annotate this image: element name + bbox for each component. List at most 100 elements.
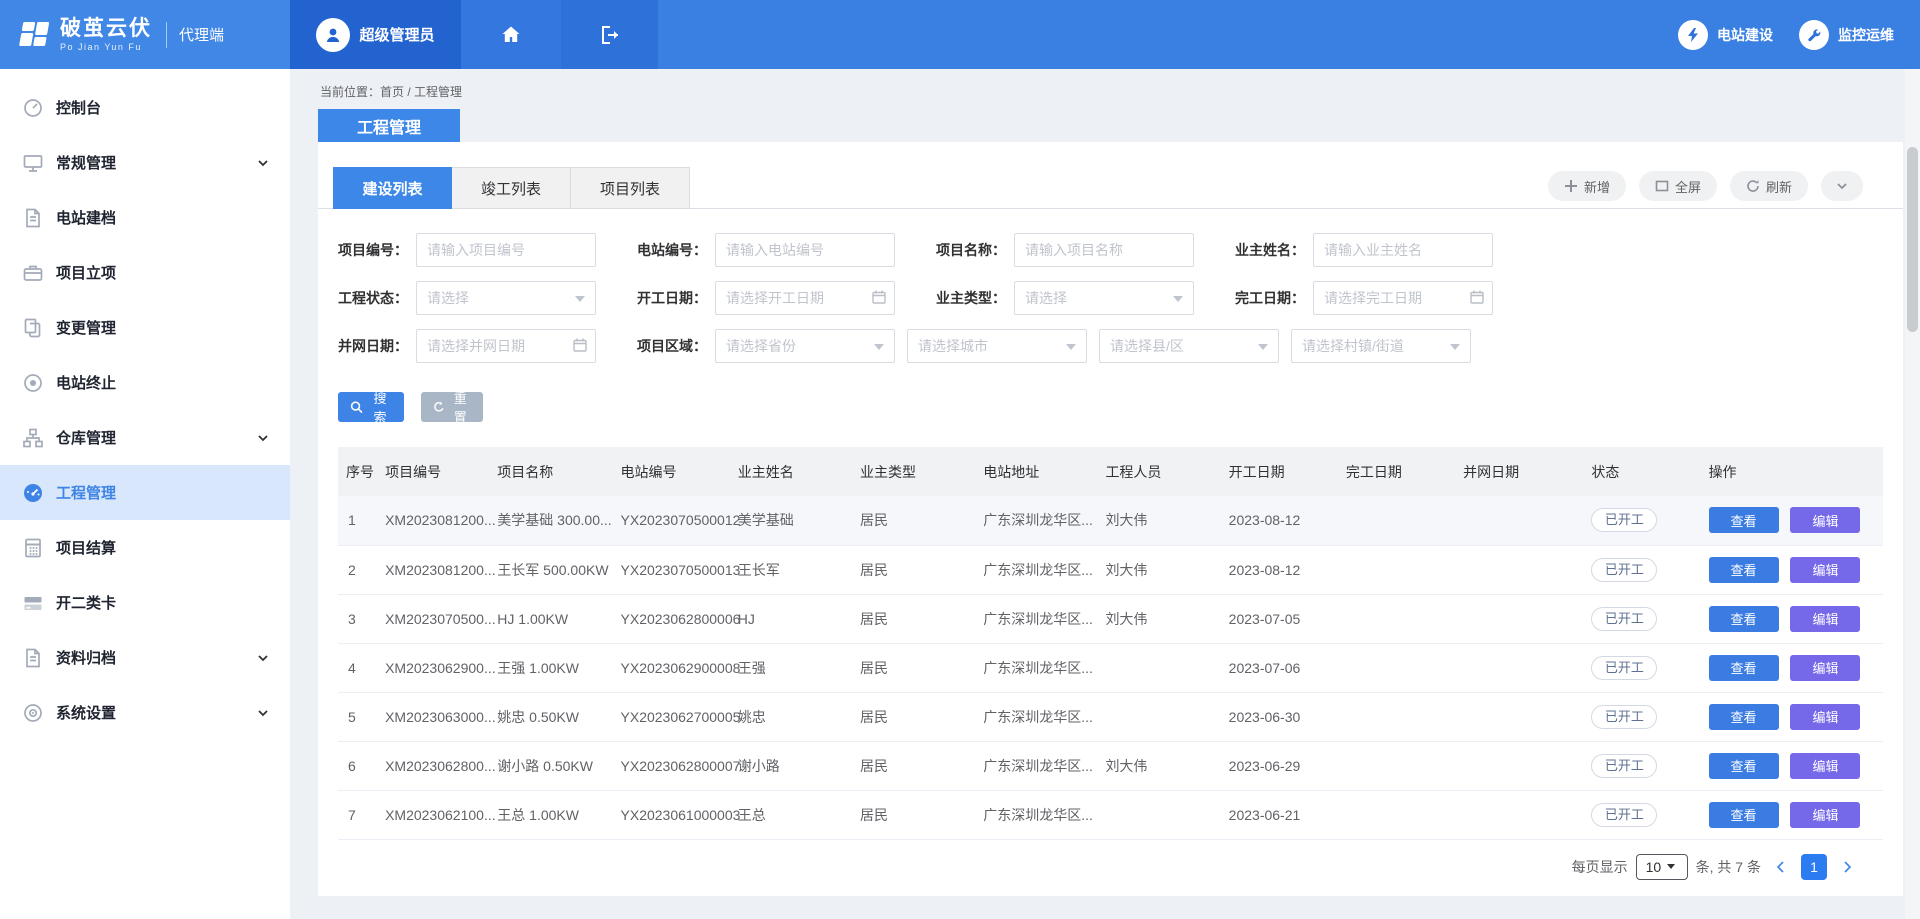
sidebar-item-system-settings[interactable]: 系统设置 [0, 685, 290, 740]
logout-button[interactable] [561, 0, 658, 69]
project-no-input[interactable] [416, 233, 596, 267]
sidebar-item-data-archive[interactable]: 资料归档 [0, 630, 290, 685]
table-row[interactable]: 4 XM2023062900... 王强 1.00KW YX2023062900… [338, 643, 1883, 692]
select-placeholder: 请选择 [427, 288, 469, 308]
status-select[interactable]: 请选择 [416, 281, 596, 315]
select-placeholder: 请选择县/区 [1110, 336, 1184, 356]
sidebar-item-console[interactable]: 控制台 [0, 80, 290, 135]
page-number-button[interactable]: 1 [1801, 854, 1827, 880]
edit-button[interactable]: 编辑 [1790, 557, 1860, 583]
view-button[interactable]: 查看 [1709, 802, 1779, 828]
col-header: 业主类型 [858, 447, 981, 496]
sidebar-item-station-termination[interactable]: 电站终止 [0, 355, 290, 410]
portal-label: 代理端 [179, 24, 224, 45]
start-date-picker[interactable] [715, 281, 895, 315]
scrollbar-thumb[interactable] [1907, 147, 1918, 332]
sidebar-item-label: 项目立项 [56, 262, 116, 283]
sidebar-item-warehouse-mgmt[interactable]: 仓库管理 [0, 410, 290, 465]
add-button[interactable]: 新增 [1548, 171, 1626, 201]
sidebar-item-engineering-mgmt[interactable]: 工程管理 [0, 465, 290, 520]
sidebar: 控制台 常规管理 电站建档 项目立项 [0, 69, 290, 919]
calendar-icon [871, 289, 887, 305]
gauge-icon [22, 97, 44, 119]
home-button[interactable] [461, 0, 561, 69]
search-button[interactable]: 搜索 [338, 392, 404, 422]
view-button[interactable]: 查看 [1709, 557, 1779, 583]
page-title: 工程管理 [318, 109, 460, 142]
edit-button[interactable]: 编辑 [1790, 753, 1860, 779]
finish-date-picker[interactable] [1313, 281, 1493, 315]
prev-page-button[interactable] [1769, 859, 1793, 875]
sidebar-item-label: 电站终止 [56, 372, 116, 393]
sidebar-item-project-settlement[interactable]: 项目结算 [0, 520, 290, 575]
start-date-input[interactable] [715, 281, 895, 315]
sidebar-item-general-mgmt[interactable]: 常规管理 [0, 135, 290, 190]
per-page-select[interactable]: 10 [1636, 854, 1688, 880]
sitemap-icon [22, 427, 44, 449]
tab-completion-list[interactable]: 竣工列表 [452, 167, 571, 209]
next-page-button[interactable] [1835, 859, 1859, 875]
edit-button[interactable]: 编辑 [1790, 507, 1860, 533]
reset-label: 重置 [450, 388, 471, 426]
table-row[interactable]: 1 XM2023081200... 美学基础 300.00... YX20230… [338, 496, 1883, 545]
view-button[interactable]: 查看 [1709, 655, 1779, 681]
toolbar: 新增 全屏 刷新 [1548, 171, 1863, 201]
chevron-left-icon [1773, 859, 1789, 875]
window-scrollbar[interactable] [1905, 69, 1920, 919]
tab-construction-list[interactable]: 建设列表 [333, 167, 452, 209]
col-header: 完工日期 [1344, 447, 1461, 496]
edit-button[interactable]: 编辑 [1790, 802, 1860, 828]
grid-date-input[interactable] [416, 329, 596, 363]
top-header: 破茧云伏 Po Jian Yun Fu 代理端 超级管理员 [0, 0, 1920, 69]
brand-name: 破茧云伏 [60, 18, 152, 40]
per-page-value: 10 [1646, 859, 1662, 875]
sidebar-item-station-filing[interactable]: 电站建档 [0, 190, 290, 245]
nav-monitor-ops[interactable]: 监控运维 [1799, 0, 1894, 69]
view-button[interactable]: 查看 [1709, 753, 1779, 779]
sidebar-item-change-mgmt[interactable]: 变更管理 [0, 300, 290, 355]
field-label: 并网日期： [338, 336, 408, 356]
nav-station-build[interactable]: 电站建设 [1678, 0, 1773, 69]
tab-project-list[interactable]: 项目列表 [571, 167, 690, 209]
county-select[interactable]: 请选择县/区 [1099, 329, 1279, 363]
chevron-down-icon [256, 154, 270, 171]
station-no-input[interactable] [715, 233, 895, 267]
card-icon [22, 592, 44, 614]
view-button[interactable]: 查看 [1709, 507, 1779, 533]
col-header: 序号 [338, 447, 383, 496]
city-select[interactable]: 请选择城市 [907, 329, 1087, 363]
sidebar-item-project-initiation[interactable]: 项目立项 [0, 245, 290, 300]
field-label: 开工日期： [637, 288, 707, 308]
sidebar-item-open-type2-card[interactable]: 开二类卡 [0, 575, 290, 630]
refresh-button[interactable]: 刷新 [1730, 171, 1808, 201]
chevron-down-icon [256, 649, 270, 666]
edit-button[interactable]: 编辑 [1790, 704, 1860, 730]
table-row[interactable]: 7 XM2023062100... 王总 1.00KW YX2023061000… [338, 790, 1883, 839]
finish-date-input[interactable] [1313, 281, 1493, 315]
field-label: 业主姓名： [1235, 240, 1305, 260]
view-button[interactable]: 查看 [1709, 606, 1779, 632]
edit-button[interactable]: 编辑 [1790, 606, 1860, 632]
breadcrumb-path[interactable]: 首页 / 工程管理 [380, 85, 462, 99]
owner-name-input[interactable] [1313, 233, 1493, 267]
edit-button[interactable]: 编辑 [1790, 655, 1860, 681]
fullscreen-button[interactable]: 全屏 [1639, 171, 1717, 201]
user-menu[interactable]: 超级管理员 [290, 0, 461, 69]
town-select[interactable]: 请选择村镇/街道 [1291, 329, 1471, 363]
archive-icon [22, 647, 44, 669]
collapse-toolbar-button[interactable] [1821, 171, 1863, 201]
table-row[interactable]: 2 XM2023081200... 王长军 500.00KW YX2023070… [338, 545, 1883, 594]
lightning-icon [1678, 20, 1708, 50]
table-row[interactable]: 6 XM2023062800... 谢小路 0.50KW YX202306280… [338, 741, 1883, 790]
col-header: 并网日期 [1461, 447, 1589, 496]
table-row[interactable]: 5 XM2023063000... 姚忠 0.50KW YX2023062700… [338, 692, 1883, 741]
province-select[interactable]: 请选择省份 [715, 329, 895, 363]
view-button[interactable]: 查看 [1709, 704, 1779, 730]
table-row[interactable]: 3 XM2023070500... HJ 1.00KW YX2023062800… [338, 594, 1883, 643]
chevron-right-icon [1839, 859, 1855, 875]
status-badge: 已开工 [1591, 558, 1657, 582]
project-name-input[interactable] [1014, 233, 1194, 267]
owner-type-select[interactable]: 请选择 [1014, 281, 1194, 315]
grid-date-picker[interactable] [416, 329, 596, 363]
reset-button[interactable]: 重置 [421, 392, 483, 422]
